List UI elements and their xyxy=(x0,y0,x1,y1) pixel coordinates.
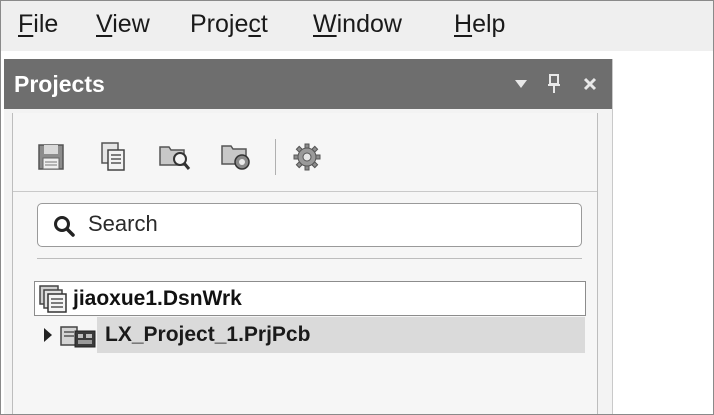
find-in-files-icon[interactable] xyxy=(155,137,195,177)
search-input[interactable] xyxy=(88,208,568,240)
tree-item-project[interactable]: LX_Project_1.PrjPcb xyxy=(35,317,585,353)
menu-file[interactable]: File xyxy=(16,8,60,42)
dropdown-arrow-icon[interactable] xyxy=(509,71,533,97)
tree-item-workspace[interactable]: jiaoxue1.DsnWrk xyxy=(34,281,586,316)
expand-arrow-icon[interactable] xyxy=(43,327,53,343)
projects-panel: Projects Search jiaoxue1.DsnWrk LX_Proje… xyxy=(4,59,613,414)
panel-header: Projects xyxy=(4,59,612,109)
panel-title: Projects xyxy=(14,71,105,97)
close-icon[interactable] xyxy=(578,71,602,97)
menu-project[interactable]: Project xyxy=(188,8,270,42)
panel-body: jiaoxue1.DsnWrk LX_Project_1.PrjPcb xyxy=(12,113,598,414)
workspace-icon xyxy=(39,285,67,313)
copy-files-icon[interactable] xyxy=(93,137,133,177)
search-box[interactable] xyxy=(37,203,582,247)
workspace-label: jiaoxue1.DsnWrk xyxy=(73,287,242,310)
menu-view[interactable]: View xyxy=(94,8,152,42)
pcb-project-icon xyxy=(60,326,96,348)
settings-gear-icon[interactable] xyxy=(287,137,327,177)
menu-bar: File View Project Window Help xyxy=(1,1,713,51)
project-options-icon[interactable] xyxy=(217,137,257,177)
app-window: File View Project Window Help Projects S… xyxy=(0,0,714,415)
menu-window[interactable]: Window xyxy=(311,8,404,42)
search-icon xyxy=(54,216,75,237)
toolbar-divider xyxy=(13,191,597,192)
pin-icon[interactable] xyxy=(542,71,566,97)
search-divider xyxy=(37,258,582,259)
save-icon[interactable] xyxy=(31,137,71,177)
toolbar-separator xyxy=(275,139,276,175)
project-label: LX_Project_1.PrjPcb xyxy=(105,323,311,346)
menu-help[interactable]: Help xyxy=(452,8,507,42)
